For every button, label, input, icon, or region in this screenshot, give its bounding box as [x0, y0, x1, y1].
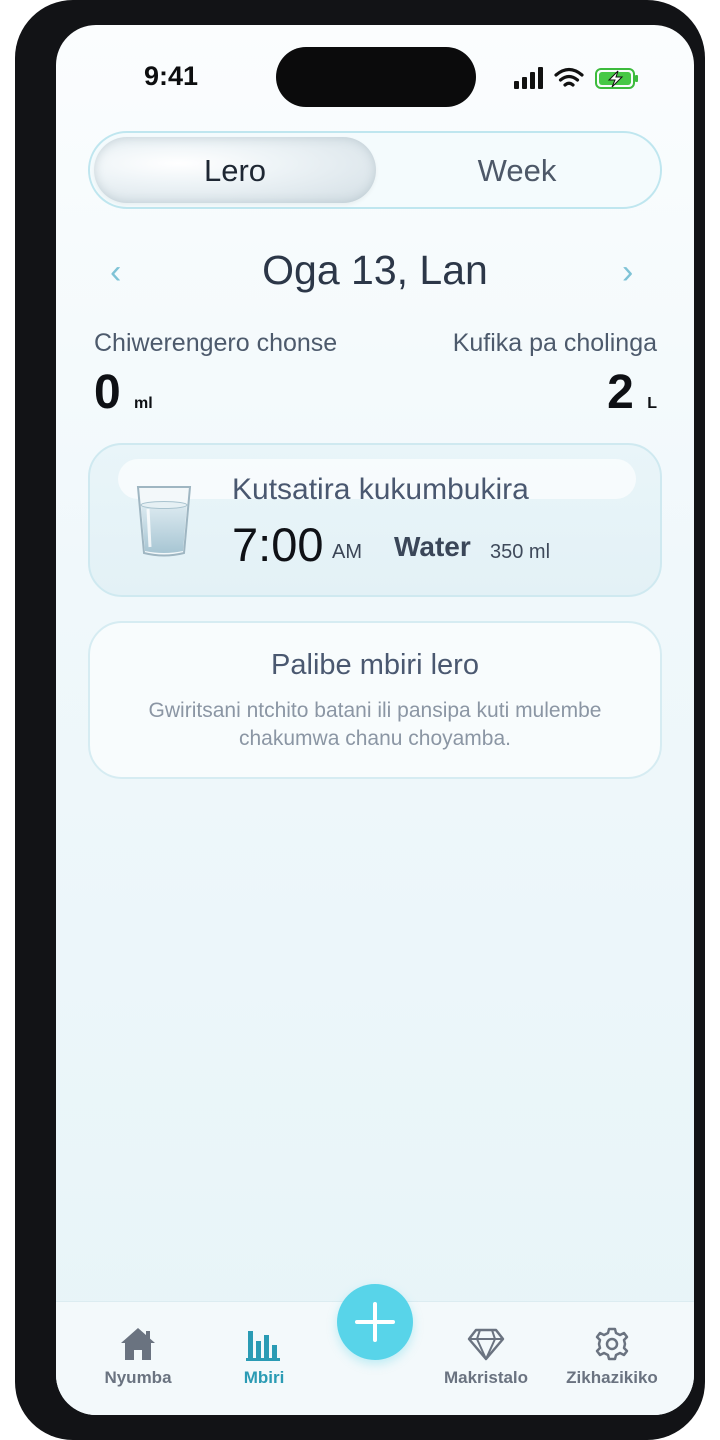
goal-unit: L [647, 395, 657, 412]
tab-settings[interactable]: Zikhazikiko [557, 1325, 667, 1388]
next-day-icon[interactable]: › [622, 253, 633, 292]
total-unit: ml [134, 395, 153, 412]
tab-settings-label: Zikhazikiko [566, 1368, 658, 1387]
segment-week[interactable]: Week [376, 153, 658, 189]
segment-today[interactable]: Lero [94, 153, 376, 189]
app-screen: 9:41 Lero Week ‹ Oga 13, Lan › Chiwereng… [56, 25, 694, 1415]
battery-icon [595, 68, 638, 89]
dynamic-island [276, 47, 476, 107]
reminder-ampm: AM [332, 541, 362, 563]
tab-crystals[interactable]: Makristalo [431, 1325, 541, 1388]
reminder-time: 7:00 [232, 518, 324, 571]
water-glass-icon [136, 486, 192, 557]
add-drink-button[interactable] [337, 1284, 413, 1360]
total-value: 0 ml [94, 365, 153, 420]
phone-frame: 9:41 Lero Week ‹ Oga 13, Lan › Chiwereng… [15, 0, 705, 1440]
total-number: 0 [94, 366, 121, 419]
status-time: 9:41 [144, 61, 199, 91]
goal-number: 2 [607, 366, 634, 419]
tab-crystals-label: Makristalo [443, 1368, 529, 1387]
home-icon [121, 1328, 155, 1360]
goal-label: Kufika pa cholinga [452, 329, 657, 357]
empty-state-title: Palibe mbiri lero [271, 649, 479, 681]
diamond-icon [467, 1328, 505, 1361]
tab-home-label: Nyumba [104, 1368, 172, 1387]
tab-history[interactable]: Mbiri [209, 1325, 319, 1388]
reminder-drink: Water [394, 531, 471, 562]
reminder-amount: 350 ml [490, 541, 551, 563]
status-icons [514, 67, 638, 89]
tab-history-label: Mbiri [243, 1368, 285, 1387]
goal-value: 2 L [536, 365, 657, 420]
reminder-title: Kutsatira kukumbukira [232, 473, 529, 506]
plus-icon [355, 1302, 395, 1342]
prev-day-icon[interactable]: ‹ [110, 253, 121, 292]
tab-home[interactable]: Nyumba [83, 1325, 193, 1388]
total-label: Chiwerengero chonse [94, 329, 338, 357]
gear-icon [595, 1327, 629, 1361]
bar-chart-icon [246, 1331, 280, 1361]
wifi-icon [554, 67, 584, 87]
empty-state-subtitle: Gwiritsani ntchito batani ili pansipa ku… [148, 699, 602, 750]
signal-icon [514, 67, 543, 89]
date-title: Oga 13, Lan [262, 247, 488, 293]
